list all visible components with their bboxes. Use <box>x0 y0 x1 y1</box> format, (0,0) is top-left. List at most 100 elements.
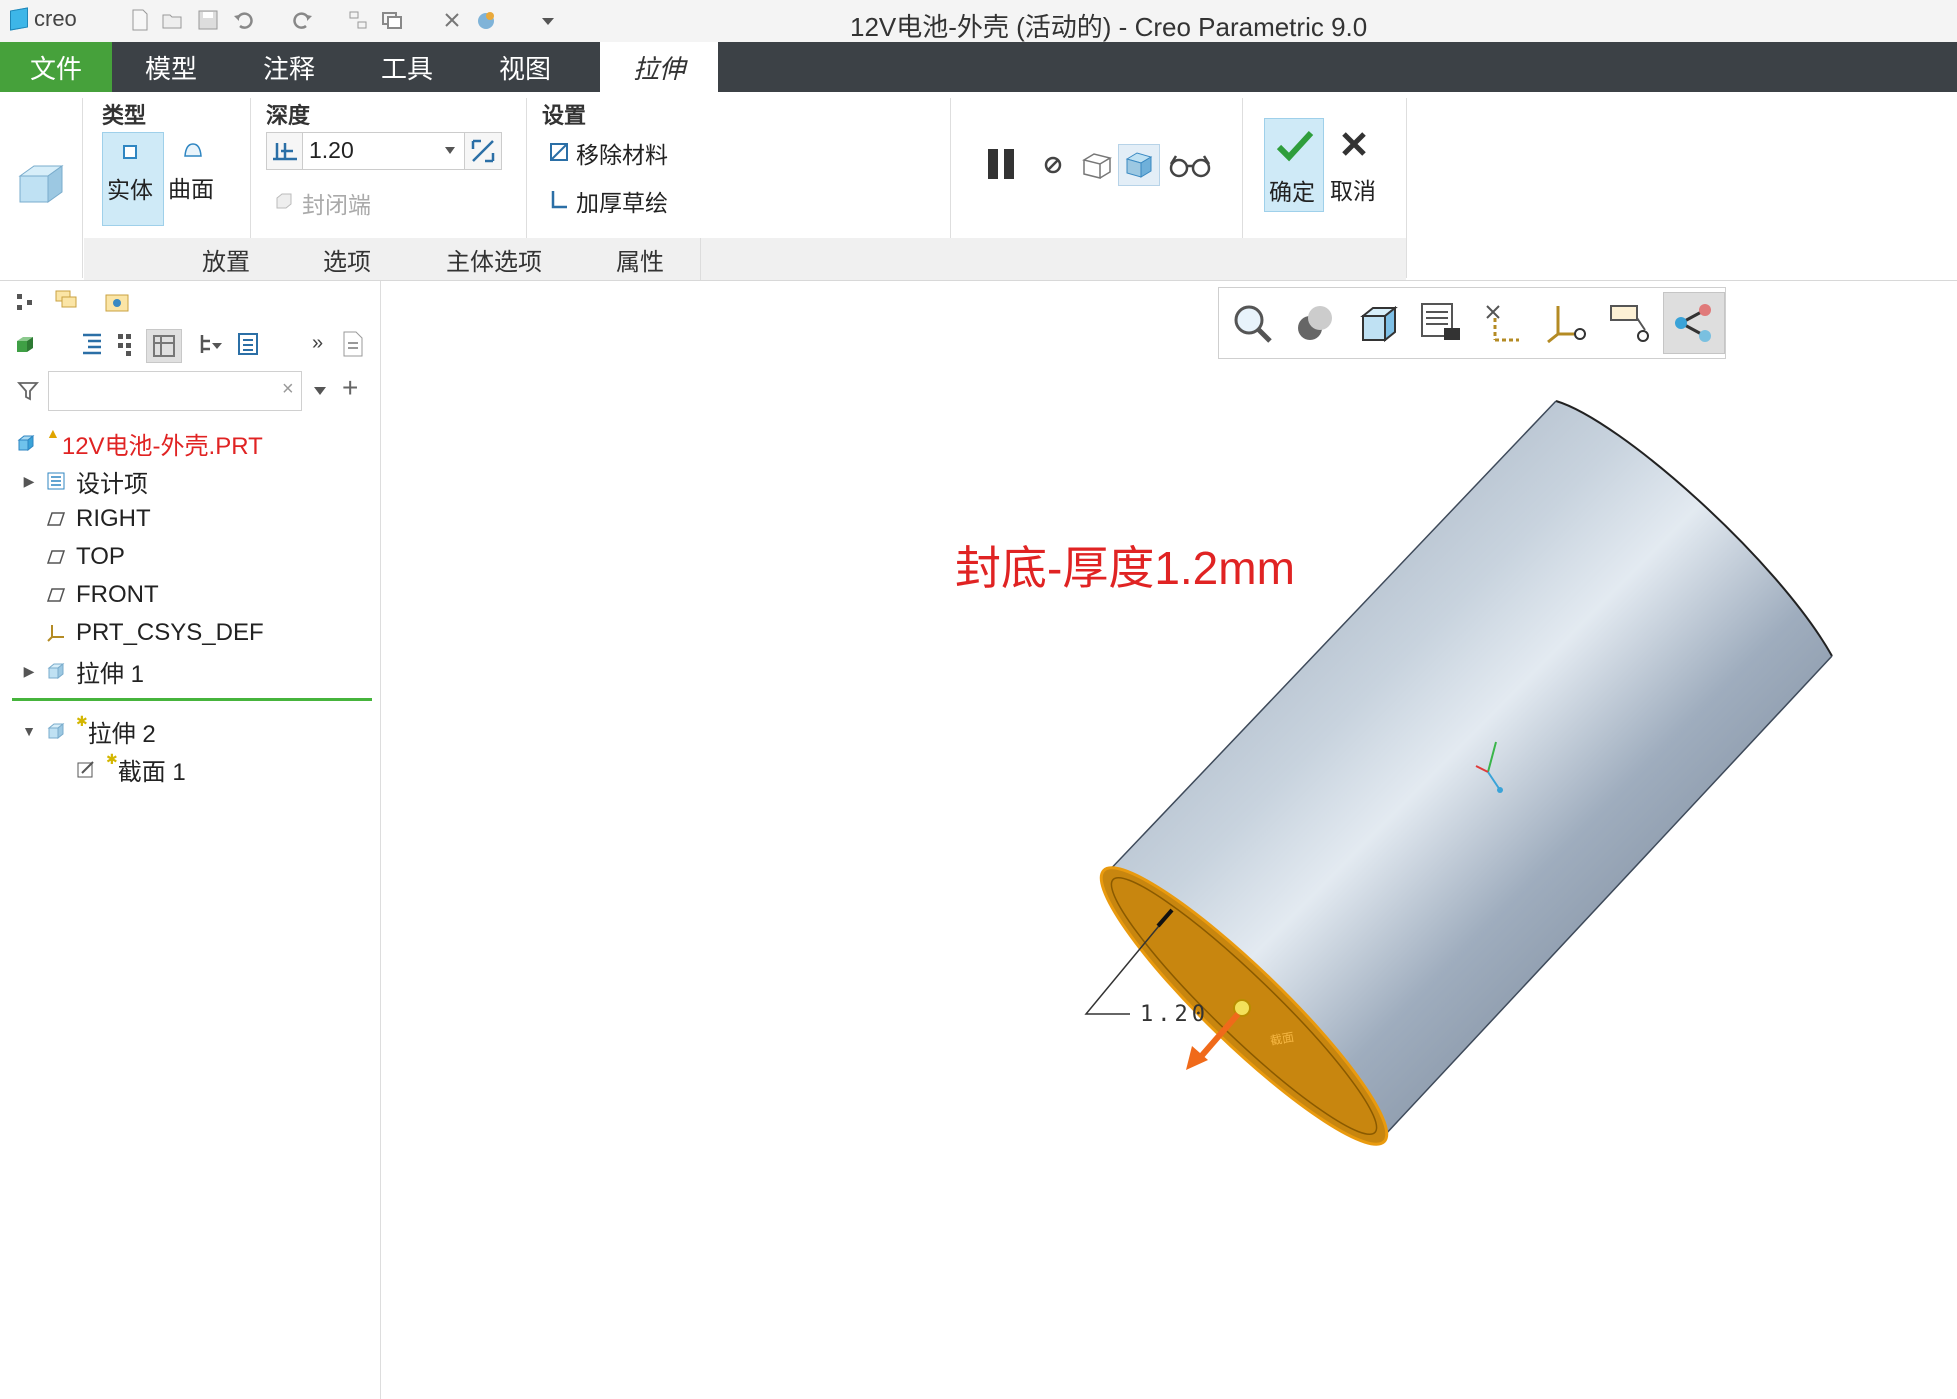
depth-dimension[interactable] <box>1084 908 1174 1015</box>
tree-item-label: TOP <box>76 543 125 570</box>
ok-button[interactable]: 确定 <box>1264 118 1324 212</box>
tree-item-design-items[interactable]: ▶ 设计项 <box>22 463 148 499</box>
datum-plane-icon <box>46 550 66 564</box>
model-tree-tab-icon[interactable] <box>14 291 36 313</box>
geometry-preview-icon[interactable] <box>1080 148 1114 182</box>
subtab-body-options[interactable]: 主体选项 <box>408 238 581 280</box>
tab-tools[interactable]: 工具 <box>348 42 466 92</box>
chevron-down-icon[interactable] <box>445 147 455 154</box>
undo-icon[interactable] <box>232 8 256 32</box>
tree-root-label: 12V电池-外壳.PRT <box>61 432 263 460</box>
depth-dimension-value[interactable]: 1.20 <box>1140 1002 1209 1027</box>
warning-badge-icon: ▲ <box>46 425 60 441</box>
search-dropdown-icon[interactable] <box>314 387 326 395</box>
zoom-icon[interactable] <box>1222 293 1282 353</box>
tab-file[interactable]: 文件 <box>0 42 112 92</box>
more-options-icon[interactable]: » <box>312 333 332 353</box>
pause-icon[interactable] <box>984 146 1020 182</box>
subtab-properties[interactable]: 属性 <box>580 238 701 280</box>
new-file-icon[interactable] <box>128 8 152 32</box>
display-style-icon[interactable] <box>1285 293 1345 353</box>
tab-view[interactable]: 视图 <box>466 42 584 92</box>
close-icon <box>1338 128 1370 160</box>
spin-center-icon[interactable] <box>1663 292 1725 354</box>
annotation-display-icon[interactable] <box>1600 293 1660 353</box>
part-icon <box>17 434 35 452</box>
tree-item-label: 拉伸 1 <box>76 660 145 688</box>
graphics-toolbar <box>1218 287 1726 359</box>
filter-icon[interactable] <box>16 379 40 403</box>
tree-item-label: 设计项 <box>76 470 148 498</box>
annotation-note: 封底-厚度1.2mm <box>955 542 1295 594</box>
close-window-icon[interactable] <box>440 8 464 32</box>
model-display-icon[interactable] <box>14 333 36 355</box>
expand-arrow-icon[interactable]: ▶ <box>22 473 36 490</box>
save-icon[interactable] <box>196 8 220 32</box>
tree-item-csys[interactable]: PRT_CSYS_DEF <box>46 615 264 651</box>
tree-item-extrude-1[interactable]: ▶ 拉伸 1 <box>22 653 144 689</box>
surface-label: 曲面 <box>168 176 214 202</box>
tree-columns-icon[interactable] <box>146 329 182 363</box>
csys-display-icon[interactable] <box>1537 293 1597 353</box>
feature-preview-icon[interactable] <box>1118 144 1160 186</box>
tree-item-front[interactable]: FRONT <box>46 577 159 613</box>
depth-value-input[interactable]: 1.20 <box>302 132 466 170</box>
tree-root[interactable]: ▲ 12V电池-外壳.PRT <box>16 425 263 461</box>
capped-ends-label: 封闭端 <box>302 192 371 218</box>
remove-material-label[interactable]: 移除材料 <box>576 136 668 170</box>
section-label: 截面 <box>1269 1030 1296 1048</box>
tree-filter-icon[interactable] <box>198 331 224 357</box>
tree-item-top[interactable]: TOP <box>46 539 125 575</box>
tree-expand-icon[interactable] <box>116 331 134 357</box>
tab-annotate[interactable]: 注释 <box>230 42 348 92</box>
cancel-button[interactable]: 取消 <box>1324 118 1384 210</box>
thicken-sketch-icon[interactable] <box>548 188 570 210</box>
solid-button[interactable]: 实体 <box>102 132 164 226</box>
layer-tree-tab-icon[interactable] <box>54 289 82 315</box>
verify-glasses-icon[interactable] <box>1168 150 1212 180</box>
thicken-sketch-label[interactable]: 加厚草绘 <box>576 184 668 218</box>
capped-ends-checkbox[interactable] <box>274 190 294 210</box>
settings-group-title: 设置 <box>542 103 587 128</box>
window-title: 12V电池-外壳 (活动的) - Creo Parametric 9.0 <box>850 12 1368 42</box>
open-file-icon[interactable] <box>160 8 184 32</box>
depth-value: 1.20 <box>309 137 354 163</box>
saved-orientations-icon[interactable] <box>1348 293 1408 353</box>
depth-type-icon[interactable] <box>266 132 304 170</box>
cylinder-model[interactable] <box>1077 400 1833 1169</box>
tree-item-label: 截面 1 <box>117 758 186 786</box>
redo-icon[interactable] <box>290 8 314 32</box>
view-manager-icon[interactable] <box>1411 293 1471 353</box>
tree-item-right[interactable]: RIGHT <box>46 501 151 537</box>
tab-model[interactable]: 模型 <box>112 42 230 92</box>
tree-search-input[interactable] <box>48 371 302 411</box>
clear-search-icon[interactable]: × <box>282 379 302 399</box>
favorites-tab-icon[interactable] <box>104 291 130 313</box>
datum-display-icon[interactable] <box>1474 293 1534 353</box>
customize-qat-icon[interactable] <box>536 8 560 32</box>
regenerate-icon[interactable] <box>346 8 370 32</box>
collapse-arrow-icon[interactable]: ▼ <box>22 723 36 739</box>
surface-icon <box>182 140 204 160</box>
no-preview-icon[interactable] <box>1042 154 1064 176</box>
flip-direction-icon[interactable] <box>464 132 502 170</box>
subtab-placement[interactable]: 放置 <box>166 238 287 280</box>
show-details-icon[interactable] <box>340 329 366 359</box>
add-filter-icon[interactable]: + <box>342 374 364 402</box>
surface-button[interactable]: 曲面 <box>164 132 224 224</box>
tree-item-section-1[interactable]: ✱ 截面 1 <box>76 751 186 787</box>
insert-indicator[interactable] <box>12 698 372 701</box>
csys-triad <box>1475 741 1503 793</box>
tab-extrude[interactable]: 拉伸 <box>600 42 718 92</box>
tree-item-extrude-2[interactable]: ▼ ✱ 拉伸 2 <box>22 713 156 749</box>
appearance-icon[interactable] <box>474 8 498 32</box>
expand-arrow-icon[interactable]: ▶ <box>22 663 36 680</box>
new-feature-badge-icon: ✱ <box>76 712 88 729</box>
datum-plane-icon <box>46 512 66 526</box>
remove-material-icon[interactable] <box>548 140 570 162</box>
tree-item-label: PRT_CSYS_DEF <box>76 619 264 646</box>
windows-icon[interactable] <box>380 8 404 32</box>
tree-settings-icon[interactable] <box>236 331 262 357</box>
tree-list-icon[interactable] <box>80 331 104 357</box>
subtab-options[interactable]: 选项 <box>286 238 409 280</box>
